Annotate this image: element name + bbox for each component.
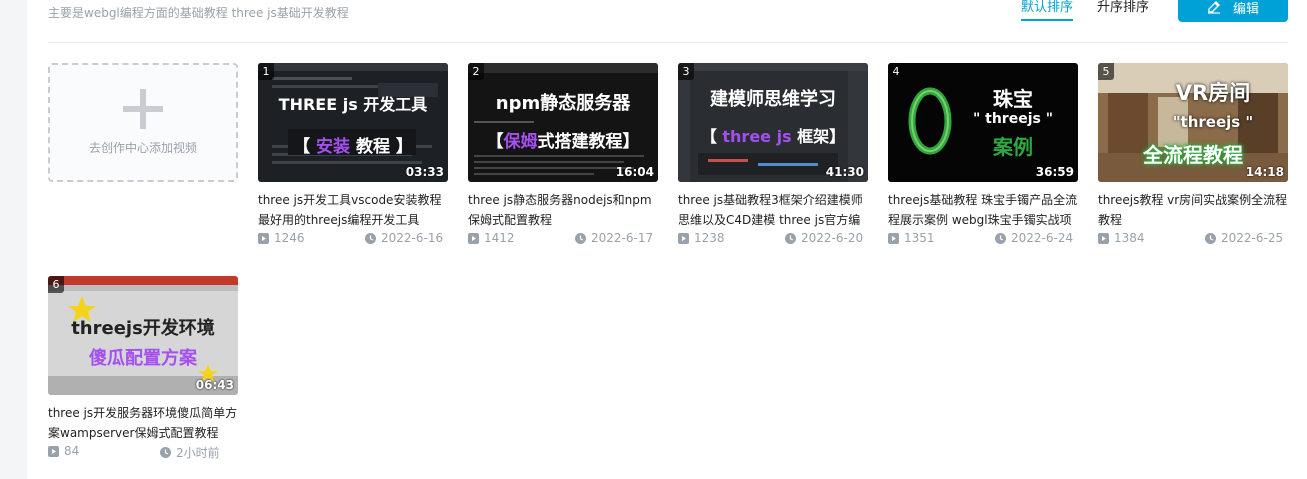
left-gutter [0,0,27,479]
video-duration: 14:18 [1245,165,1284,179]
video-index-badge: 2 [468,63,484,80]
thumbnail-title-line: 建模师思维学习 [710,89,836,110]
video-thumbnail[interactable]: npm静态服务器 【保姆式搭建教程】 2 16:04 [468,63,658,182]
video-title[interactable]: threejs教程 vr房间实战案例全流程教程 [1098,190,1288,230]
view-count: 1384 [1098,231,1145,245]
view-count-value: 1238 [694,231,725,245]
video-index-badge: 6 [48,276,64,293]
play-count-icon [678,232,689,244]
channel-description: 主要是webgl编程方面的基础教程 three js基础开发教程 [48,6,349,20]
play-count-icon [468,232,479,244]
upload-date: 2小时前 [160,444,220,461]
clock-icon [785,232,796,244]
play-count-icon [258,232,269,244]
video-index-badge: 3 [678,63,694,80]
video-title[interactable]: three js开发工具vscode安装教程 最好用的threejs编程开发工具 [258,190,448,230]
video-meta: 84 2小时前 [48,444,238,460]
video-card[interactable]: VR房间 "threejs " 全流程教程 5 14:18 threejs教程 … [1098,63,1288,245]
edit-button-label: 编辑 [1232,1,1259,17]
view-count-value: 1351 [904,231,935,245]
video-index-badge: 1 [258,63,274,80]
video-card[interactable]: threejs开发环境 傻瓜配置方案 6 06:43 three js开发服务器… [48,276,238,460]
view-count-value: 1412 [484,231,515,245]
header-divider [48,42,1288,43]
video-meta: 1384 2022-6-25 [1098,231,1288,247]
clock-icon [365,232,376,244]
edit-button[interactable]: 编辑 [1178,0,1288,22]
view-count-value: 1246 [274,231,305,245]
video-duration: 16:04 [615,165,654,179]
video-duration: 03:33 [405,165,444,179]
sort-ascending-tab[interactable]: 升序排序 [1097,0,1149,19]
clock-icon [160,447,171,458]
video-index-badge: 5 [1098,63,1114,80]
view-count: 1412 [468,231,515,245]
video-duration: 36:59 [1035,165,1074,179]
play-count-icon [1098,232,1109,244]
view-count: 84 [48,444,79,458]
upload-date-value: 2小时前 [176,446,220,460]
video-thumbnail[interactable]: THREE js 开发工具 【 安装 教程 】 1 03:33 [258,63,448,182]
thumbnail-tag-line: 全流程教程 [1143,143,1243,167]
video-card[interactable]: 珠宝 " threejs " 案例 4 36:59 threejs基础教程 珠宝… [888,63,1078,245]
view-count-value: 1384 [1114,231,1145,245]
add-video-card[interactable]: 去创作中心添加视频 [48,63,238,182]
view-count: 1238 [678,231,725,245]
thumbnail-tag-line: 案例 [993,135,1033,159]
video-title[interactable]: threejs基础教程 珠宝手镯产品全流程展示案例 webgl珠宝手镯实战项 [888,190,1078,230]
video-title[interactable]: three js基础教程3框架介绍建模师思维以及C4D建模 three js官方… [678,190,868,230]
thumbnail-subtitle-line: 【 安装 教程 】 [293,137,413,157]
view-count-value: 84 [64,444,80,458]
video-thumbnail[interactable]: threejs开发环境 傻瓜配置方案 6 06:43 [48,276,238,395]
video-duration: 41:30 [825,165,864,179]
add-video-label: 去创作中心添加视频 [88,141,197,155]
video-index-badge: 4 [888,63,904,80]
thumbnail-subtitle-line: " threejs " [972,111,1054,127]
video-thumbnail[interactable]: 建模师思维学习 【 three js 框架】 3 41:30 [678,63,868,182]
video-meta: 1246 2022-6-16 [258,231,448,247]
video-duration: 06:43 [195,378,234,392]
clock-icon [575,232,586,244]
upload-date: 2022-6-24 [995,231,1073,245]
play-count-icon [48,445,59,457]
view-count: 1246 [258,231,305,245]
edit-icon [1207,1,1220,14]
thumbnail-subtitle-line: 傻瓜配置方案 [89,348,197,369]
upload-date-value: 2022-6-17 [591,231,654,245]
thumbnail-subtitle-line: 【保姆式搭建教程】 [486,132,640,152]
sort-default-tab[interactable]: 默认排序 [1021,0,1074,21]
thumbnail-title-line: 珠宝 [993,87,1033,111]
thumbnail-subtitle-line: 【 three js 框架】 [700,127,846,146]
video-card[interactable]: THREE js 开发工具 【 安装 教程 】 1 03:33 three js… [258,63,448,245]
view-count: 1351 [888,231,935,245]
thumbnail-title-line: npm静态服务器 [495,93,631,114]
upload-date: 2022-6-25 [1205,231,1283,245]
video-card[interactable]: npm静态服务器 【保姆式搭建教程】 2 16:04 three js静态服务器… [468,63,658,245]
video-title[interactable]: three js静态服务器nodejs和npm保姆式配置教程 [468,190,658,230]
video-title[interactable]: three js开发服务器环境傻瓜简单方案wampserver保姆式配置教程 [48,403,238,443]
upload-date-value: 2022-6-24 [1011,231,1074,245]
thumbnail-title-line: threejs开发环境 [71,318,215,339]
video-card[interactable]: 建模师思维学习 【 three js 框架】 3 41:30 three js基… [678,63,868,245]
video-thumbnail[interactable]: VR房间 "threejs " 全流程教程 5 14:18 [1098,63,1288,182]
clock-icon [1205,232,1216,244]
video-meta: 1412 2022-6-17 [468,231,658,247]
plus-icon [123,89,163,129]
clock-icon [995,232,1006,244]
upload-date-value: 2022-6-25 [1221,231,1284,245]
thumbnail-subtitle-line: "threejs " [1172,113,1254,131]
upload-date: 2022-6-17 [575,231,653,245]
video-meta: 1238 2022-6-20 [678,231,868,247]
upload-date-value: 2022-6-16 [381,231,444,245]
upload-date: 2022-6-20 [785,231,863,245]
thumbnail-title-line: VR房间 [1175,81,1251,105]
thumbnail-title-line: THREE js 开发工具 [278,95,428,114]
video-meta: 1351 2022-6-24 [888,231,1078,247]
upload-date: 2022-6-16 [365,231,443,245]
play-count-icon [888,232,899,244]
video-thumbnail[interactable]: 珠宝 " threejs " 案例 4 36:59 [888,63,1078,182]
upload-date-value: 2022-6-20 [801,231,864,245]
